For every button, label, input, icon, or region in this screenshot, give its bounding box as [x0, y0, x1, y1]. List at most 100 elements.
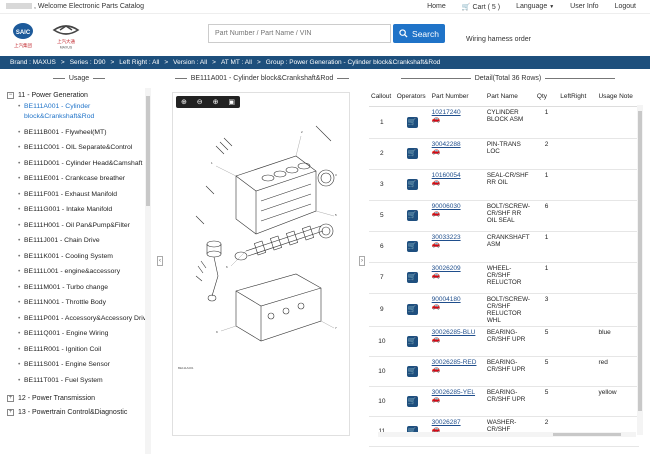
tree-item[interactable]: • BE111T001 - Fuel System	[7, 376, 150, 386]
tree-item[interactable]: • BE111D001 - Cylinder Head&Camshaft	[7, 159, 150, 169]
tree-group-power-generation[interactable]: −11 - Power Generation	[7, 88, 150, 102]
scrollbar-thumb[interactable]	[146, 96, 150, 206]
col-qty[interactable]: Qty	[534, 88, 559, 107]
add-to-cart-button[interactable]: 🛒	[406, 365, 418, 377]
expand-icon[interactable]: +	[7, 408, 14, 416]
crumb-left-right[interactable]: Left Right : All	[119, 59, 159, 66]
callout-label[interactable]: 2	[301, 130, 303, 134]
part-number-link[interactable]: 30026285-BLU	[432, 329, 483, 336]
part-number-link[interactable]: 30026287	[432, 419, 483, 426]
table-row[interactable]: 5 🛒 90006030 🚗 BOLT/SCREW-CR/SHF RR OIL S…	[369, 200, 639, 232]
add-to-cart-button[interactable]: 🛒	[406, 148, 418, 159]
tree-item[interactable]: • BE111L001 - engine&accessory	[7, 267, 150, 277]
zoom-out-icon[interactable]: ⊖	[197, 98, 203, 106]
tree-item[interactable]: • BE111G001 - Intake Manifold	[7, 205, 150, 215]
scrollbar-thumb[interactable]	[638, 111, 642, 411]
table-row[interactable]: 9 🛒 90004180 🚗 BOLT/SCREW-CR/SHF RELUCTOR…	[369, 293, 639, 327]
callout-label[interactable]: 3	[335, 173, 337, 177]
search-button[interactable]: Search	[393, 24, 445, 43]
car-icon[interactable]: 🚗	[432, 336, 483, 343]
user-info-link[interactable]: User Info	[562, 3, 606, 11]
tree-item[interactable]: • BE111P001 - Accessory&Accessory Drive	[7, 314, 150, 324]
table-row[interactable]: 11 🛒 30026287 🚗 WASHER-CR/SHF 2	[369, 416, 639, 447]
part-number-link[interactable]: 10217240	[432, 109, 483, 116]
cart-link[interactable]: 🛒 Cart ( 5 )	[454, 3, 508, 11]
zoom-fit-icon[interactable]: ⊕	[181, 98, 187, 106]
tree-group-power-transmission[interactable]: +12 - Power Transmission	[7, 391, 150, 405]
crumb-version[interactable]: Version : All	[173, 59, 207, 66]
collapse-left-panel-button[interactable]: ‹	[157, 256, 163, 266]
collapse-icon[interactable]: −	[7, 91, 14, 99]
car-icon[interactable]: 🚗	[432, 366, 483, 373]
part-number-link[interactable]: 30026209	[432, 265, 483, 272]
add-to-cart-button[interactable]: 🛒	[406, 179, 418, 190]
col-operators[interactable]: Operators	[394, 88, 430, 107]
car-icon[interactable]: 🚗	[432, 396, 483, 403]
language-dropdown[interactable]: Language ▼	[508, 3, 562, 11]
expand-icon[interactable]: +	[7, 394, 14, 402]
crumb-brand[interactable]: Brand : MAXUS	[10, 59, 56, 66]
callout-label[interactable]: 6	[226, 265, 228, 269]
tree-item[interactable]: • BE111M001 - Turbo change	[7, 283, 150, 293]
table-row[interactable]: 10 🛒 30026285-YEL 🚗 BEARING-CR/SHF UPR 5 …	[369, 386, 639, 417]
col-part-number[interactable]: Part Number	[429, 88, 485, 107]
car-icon[interactable]: 🚗	[432, 116, 483, 123]
col-left-right[interactable]: LeftRight	[558, 88, 597, 107]
add-to-cart-button[interactable]: 🛒	[406, 304, 418, 315]
table-row[interactable]: 2 🛒 30042288 🚗 PIN-TRANS LOC 2	[369, 138, 639, 170]
part-number-link[interactable]: 30033223	[432, 234, 483, 241]
zoom-in-icon[interactable]: ⊕	[213, 98, 219, 106]
tree-item[interactable]: • BE111F001 - Exhaust Manifold	[7, 190, 150, 200]
wiring-harness-link[interactable]: Wiring harness order	[466, 36, 531, 43]
add-to-cart-button[interactable]: 🛒	[406, 210, 418, 221]
add-to-cart-button[interactable]: 🛒	[406, 395, 418, 407]
scrollbar-thumb[interactable]	[553, 433, 621, 436]
exploded-parts-diagram[interactable]: 1 2 3 5 6 7 9 BE111A001	[176, 116, 346, 374]
table-row[interactable]: 6 🛒 30033223 🚗 CRANKSHAFT ASM 1	[369, 231, 639, 263]
car-icon[interactable]: 🚗	[432, 148, 483, 155]
home-link[interactable]: Home	[419, 3, 454, 11]
tree-item[interactable]: • BE111A001 - Cylinder block&Crankshaft&R…	[7, 102, 150, 122]
logout-link[interactable]: Logout	[607, 3, 644, 11]
add-to-cart-button[interactable]: 🛒	[406, 335, 418, 347]
tree-scrollbar[interactable]	[145, 88, 151, 454]
car-icon[interactable]: 🚗	[432, 179, 483, 186]
col-usage-note[interactable]: Usage Note	[596, 88, 639, 107]
crumb-at-mt[interactable]: AT MT : All	[221, 59, 252, 66]
add-to-cart-button[interactable]: 🛒	[406, 241, 418, 252]
callout-label[interactable]: 7	[335, 326, 337, 330]
tree-item[interactable]: • BE111R001 - Ignition Coil	[7, 345, 150, 355]
crumb-group[interactable]: Group : Power Generation - Cylinder bloc…	[266, 59, 441, 66]
part-number-link[interactable]: 30042288	[432, 141, 483, 148]
crumb-series[interactable]: Series : D90	[70, 59, 106, 66]
tree-item[interactable]: • BE111E001 - Crankcase breather	[7, 174, 150, 184]
print-icon[interactable]: ▣	[228, 98, 235, 106]
callout-label[interactable]: 5	[335, 213, 337, 217]
table-row[interactable]: 7 🛒 30026209 🚗 WHEEL-CR/SHF RELUCTOR 1	[369, 262, 639, 294]
callout-label[interactable]: 9	[216, 330, 218, 334]
tree-item[interactable]: • BE111J001 - Chain Drive	[7, 236, 150, 246]
collapse-right-panel-button[interactable]: ›	[359, 256, 365, 266]
add-to-cart-button[interactable]: 🛒	[406, 272, 418, 283]
car-icon[interactable]: 🚗	[432, 241, 483, 248]
search-input[interactable]	[208, 24, 391, 43]
col-part-name[interactable]: Part Name	[484, 88, 535, 107]
table-row[interactable]: 10 🛒 30026285-RED 🚗 BEARING-CR/SHF UPR 5 …	[369, 356, 639, 387]
part-number-link[interactable]: 90004180	[432, 296, 483, 303]
tree-group-powertrain-control[interactable]: +13 - Powertrain Control&Diagnostic	[7, 405, 150, 419]
tree-item[interactable]: • BE111K001 - Cooling System	[7, 252, 150, 262]
col-callout[interactable]: Callout	[369, 88, 395, 107]
part-number-link[interactable]: 10160054	[432, 172, 483, 179]
tree-item[interactable]: • BE111H001 - Oil Pan&Pump&Filter	[7, 221, 150, 231]
part-number-link[interactable]: 30026285-RED	[432, 359, 483, 366]
tree-item[interactable]: • BE111Q001 - Engine Wiring	[7, 329, 150, 339]
table-row[interactable]: 3 🛒 10160054 🚗 SEAL-CR/SHF RR OIL 1	[369, 169, 639, 201]
table-vertical-scrollbar[interactable]	[637, 105, 643, 435]
add-to-cart-button[interactable]: 🛒	[406, 116, 418, 128]
table-row[interactable]: 1 🛒 10217240 🚗 CYLINDER BLOCK ASM 1	[369, 106, 639, 139]
car-icon[interactable]: 🚗	[432, 272, 483, 279]
car-icon[interactable]: 🚗	[432, 303, 483, 310]
table-row[interactable]: 10 🛒 30026285-BLU 🚗 BEARING-CR/SHF UPR 5 …	[369, 326, 639, 357]
part-number-link[interactable]: 30026285-YEL	[432, 389, 483, 396]
tree-item[interactable]: • BE111N001 - Throttle Body	[7, 298, 150, 308]
